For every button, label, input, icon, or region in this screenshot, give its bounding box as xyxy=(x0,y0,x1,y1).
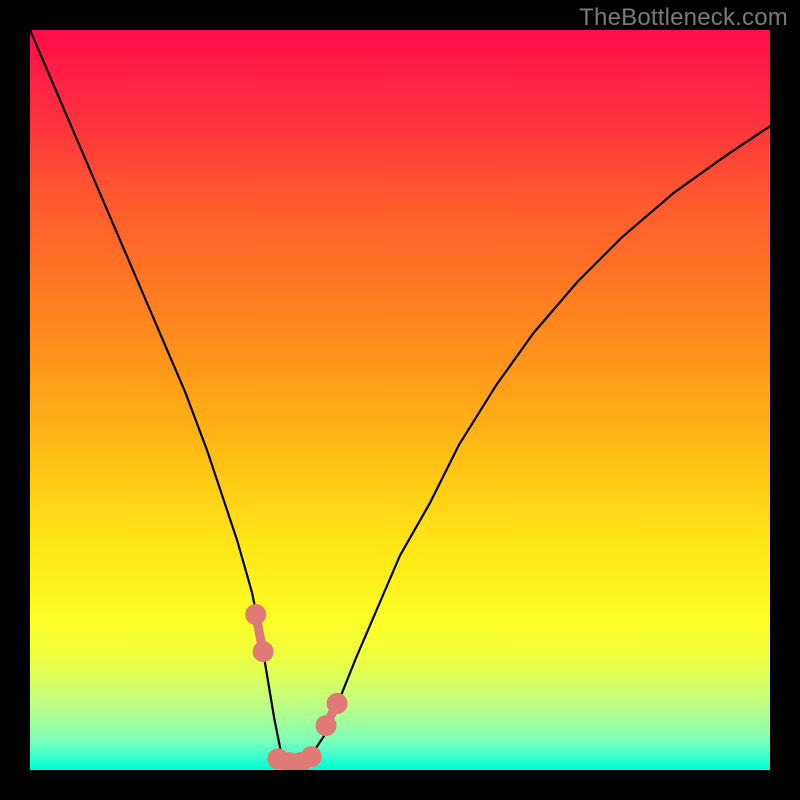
chart-frame: TheBottleneck.com xyxy=(0,0,800,800)
bottleneck-curve xyxy=(30,30,770,763)
marker-dot xyxy=(250,609,262,621)
plot-area xyxy=(30,30,770,770)
marker-dot xyxy=(257,646,269,658)
chart-svg xyxy=(30,30,770,770)
marker-dot xyxy=(305,751,317,763)
marker-group xyxy=(250,609,343,769)
watermark-text: TheBottleneck.com xyxy=(579,4,788,32)
marker-dot xyxy=(320,720,332,732)
marker-dot xyxy=(331,697,343,709)
